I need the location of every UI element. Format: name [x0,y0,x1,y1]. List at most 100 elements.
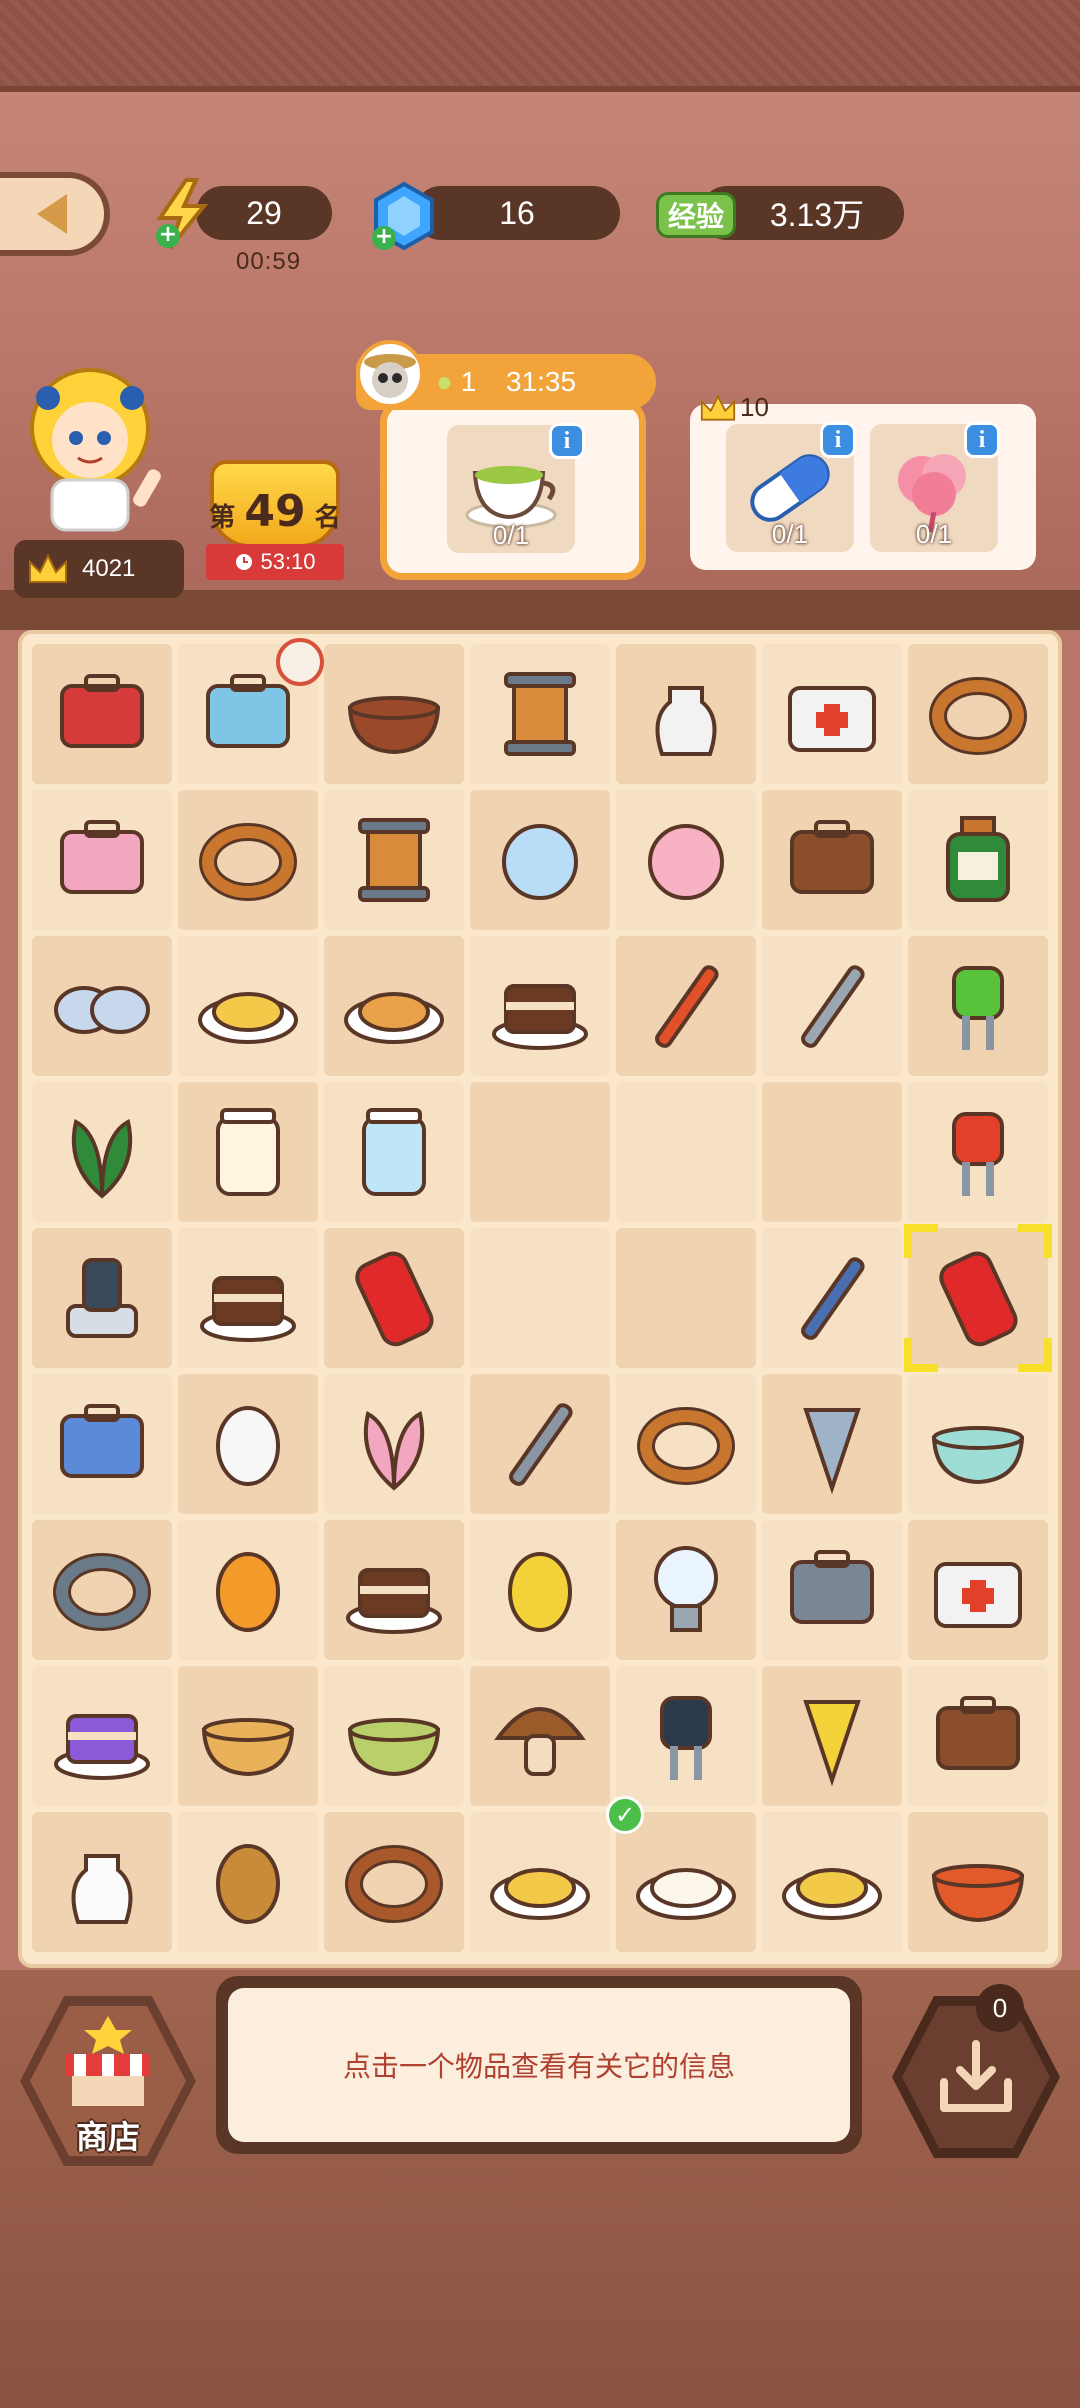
chef-avatar[interactable] [12,358,192,538]
board-cell[interactable] [908,1812,1048,1952]
board-cell[interactable] [324,1228,464,1368]
board-cell[interactable] [32,936,172,1076]
info-icon[interactable]: i [549,423,585,459]
board-cell[interactable] [762,1520,902,1660]
board-cell[interactable] [32,1812,172,1952]
board-cell[interactable] [762,1374,902,1514]
board-cell[interactable] [762,1666,902,1806]
board-cell[interactable] [324,936,464,1076]
flower-vase-icon [655,686,717,756]
info-icon[interactable]: i [820,422,856,458]
board-cell[interactable] [178,1666,318,1806]
rank-suffix: 名 [314,503,341,533]
add-gems-icon[interactable]: + [372,226,396,250]
board-cell[interactable] [32,790,172,930]
tiramisu-icon [200,1276,296,1342]
handle-icon [790,1550,874,1624]
board-cell[interactable] [908,790,1048,930]
board-cell[interactable] [616,1520,756,1660]
board-cell[interactable] [324,1666,464,1806]
board-cell[interactable] [908,1666,1048,1806]
water-glass-icon [362,1108,426,1196]
board-cell[interactable] [908,1082,1048,1222]
energy-counter[interactable]: 29 [196,186,332,240]
exp-value: 3.13万 [769,197,865,233]
board-cell[interactable] [32,1520,172,1660]
board-cell[interactable] [178,790,318,930]
lemon-icon [508,1552,572,1632]
rank-timer: 53:10 [260,549,316,574]
board-cell[interactable] [470,1520,610,1660]
crown-score[interactable]: 4021 [14,540,184,598]
board-cell[interactable] [324,1812,464,1952]
board-cell[interactable] [908,1374,1048,1514]
board-cell[interactable] [32,1374,172,1514]
board-cell[interactable] [616,644,756,784]
congee-bowl-icon [201,1718,295,1777]
board-cell[interactable] [616,1812,756,1952]
board-cell[interactable] [178,1374,318,1514]
board-cell[interactable] [762,936,902,1076]
shop-label: 商店 [75,2118,140,2156]
board-cell[interactable] [324,790,464,930]
crown-icon [700,393,736,421]
board-cell[interactable] [178,1228,318,1368]
board-cell[interactable] [324,644,464,784]
inventory-button[interactable] [892,1996,1060,2158]
board-cell[interactable] [616,790,756,930]
board-cell[interactable] [470,1666,610,1806]
info-icon[interactable]: i [964,422,1000,458]
empty-board-cell[interactable] [616,1082,756,1222]
board-cell[interactable] [324,1374,464,1514]
empty-board-cell[interactable] [762,1082,902,1222]
info-message: 点击一个物品查看有关它的信息 [228,1988,850,2142]
rank-badge[interactable]: 第 49 名 53:10 [200,460,350,580]
rainbow-cake-icon [54,1714,150,1780]
energy-timer: 00:59 [236,248,302,275]
board-cell[interactable] [470,1374,610,1514]
ceiling-beam [0,0,1080,92]
board-cell[interactable] [324,1082,464,1222]
red-led-icon [952,1112,1004,1196]
empty-board-cell[interactable] [470,1228,610,1368]
board-cell[interactable] [762,790,902,930]
board-cell[interactable] [470,644,610,784]
board-cell[interactable] [616,1666,756,1806]
board-cell[interactable] [32,644,172,784]
board-cell[interactable] [470,790,610,930]
board-cell[interactable] [762,644,902,784]
empty-board-cell[interactable] [470,1082,610,1222]
board-cell[interactable] [178,1812,318,1952]
board-cell[interactable] [324,1520,464,1660]
egg-icon [216,1406,280,1486]
board-cell[interactable] [762,1812,902,1952]
board-cell[interactable] [32,1228,172,1368]
add-energy-icon[interactable]: + [156,224,180,248]
board-cell[interactable] [616,936,756,1076]
board-cell[interactable] [470,936,610,1076]
rank-ribbon: 53:10 [206,544,344,580]
board-cell[interactable] [908,644,1048,784]
lightning-icon[interactable]: + [152,178,212,250]
back-button[interactable] [0,172,110,256]
order-card-main[interactable]: 0/1 i [380,400,646,580]
gloves-icon [936,1696,1020,1770]
exp-label: 经验 [656,192,736,238]
board-cell[interactable] [178,1520,318,1660]
shop-button[interactable]: 商店 [20,1996,196,2166]
blue-gem-icon[interactable]: + [368,180,440,252]
empty-board-cell[interactable] [616,1228,756,1368]
board-cell[interactable] [32,1666,172,1806]
board-cell[interactable] [908,936,1048,1076]
gem-counter[interactable]: 16 [414,186,620,240]
board-cell[interactable] [178,936,318,1076]
toolbox-icon [60,674,144,748]
order-card-side[interactable]: 0/1 i 0/1 i [690,404,1036,570]
board-cell[interactable] [616,1374,756,1514]
board-cell[interactable] [32,1082,172,1222]
board-cell[interactable] [178,1082,318,1222]
chocolate-cake-icon [346,1568,442,1634]
board-cell[interactable] [908,1520,1048,1660]
board-cell[interactable] [762,1228,902,1368]
board-cell[interactable] [470,1812,610,1952]
